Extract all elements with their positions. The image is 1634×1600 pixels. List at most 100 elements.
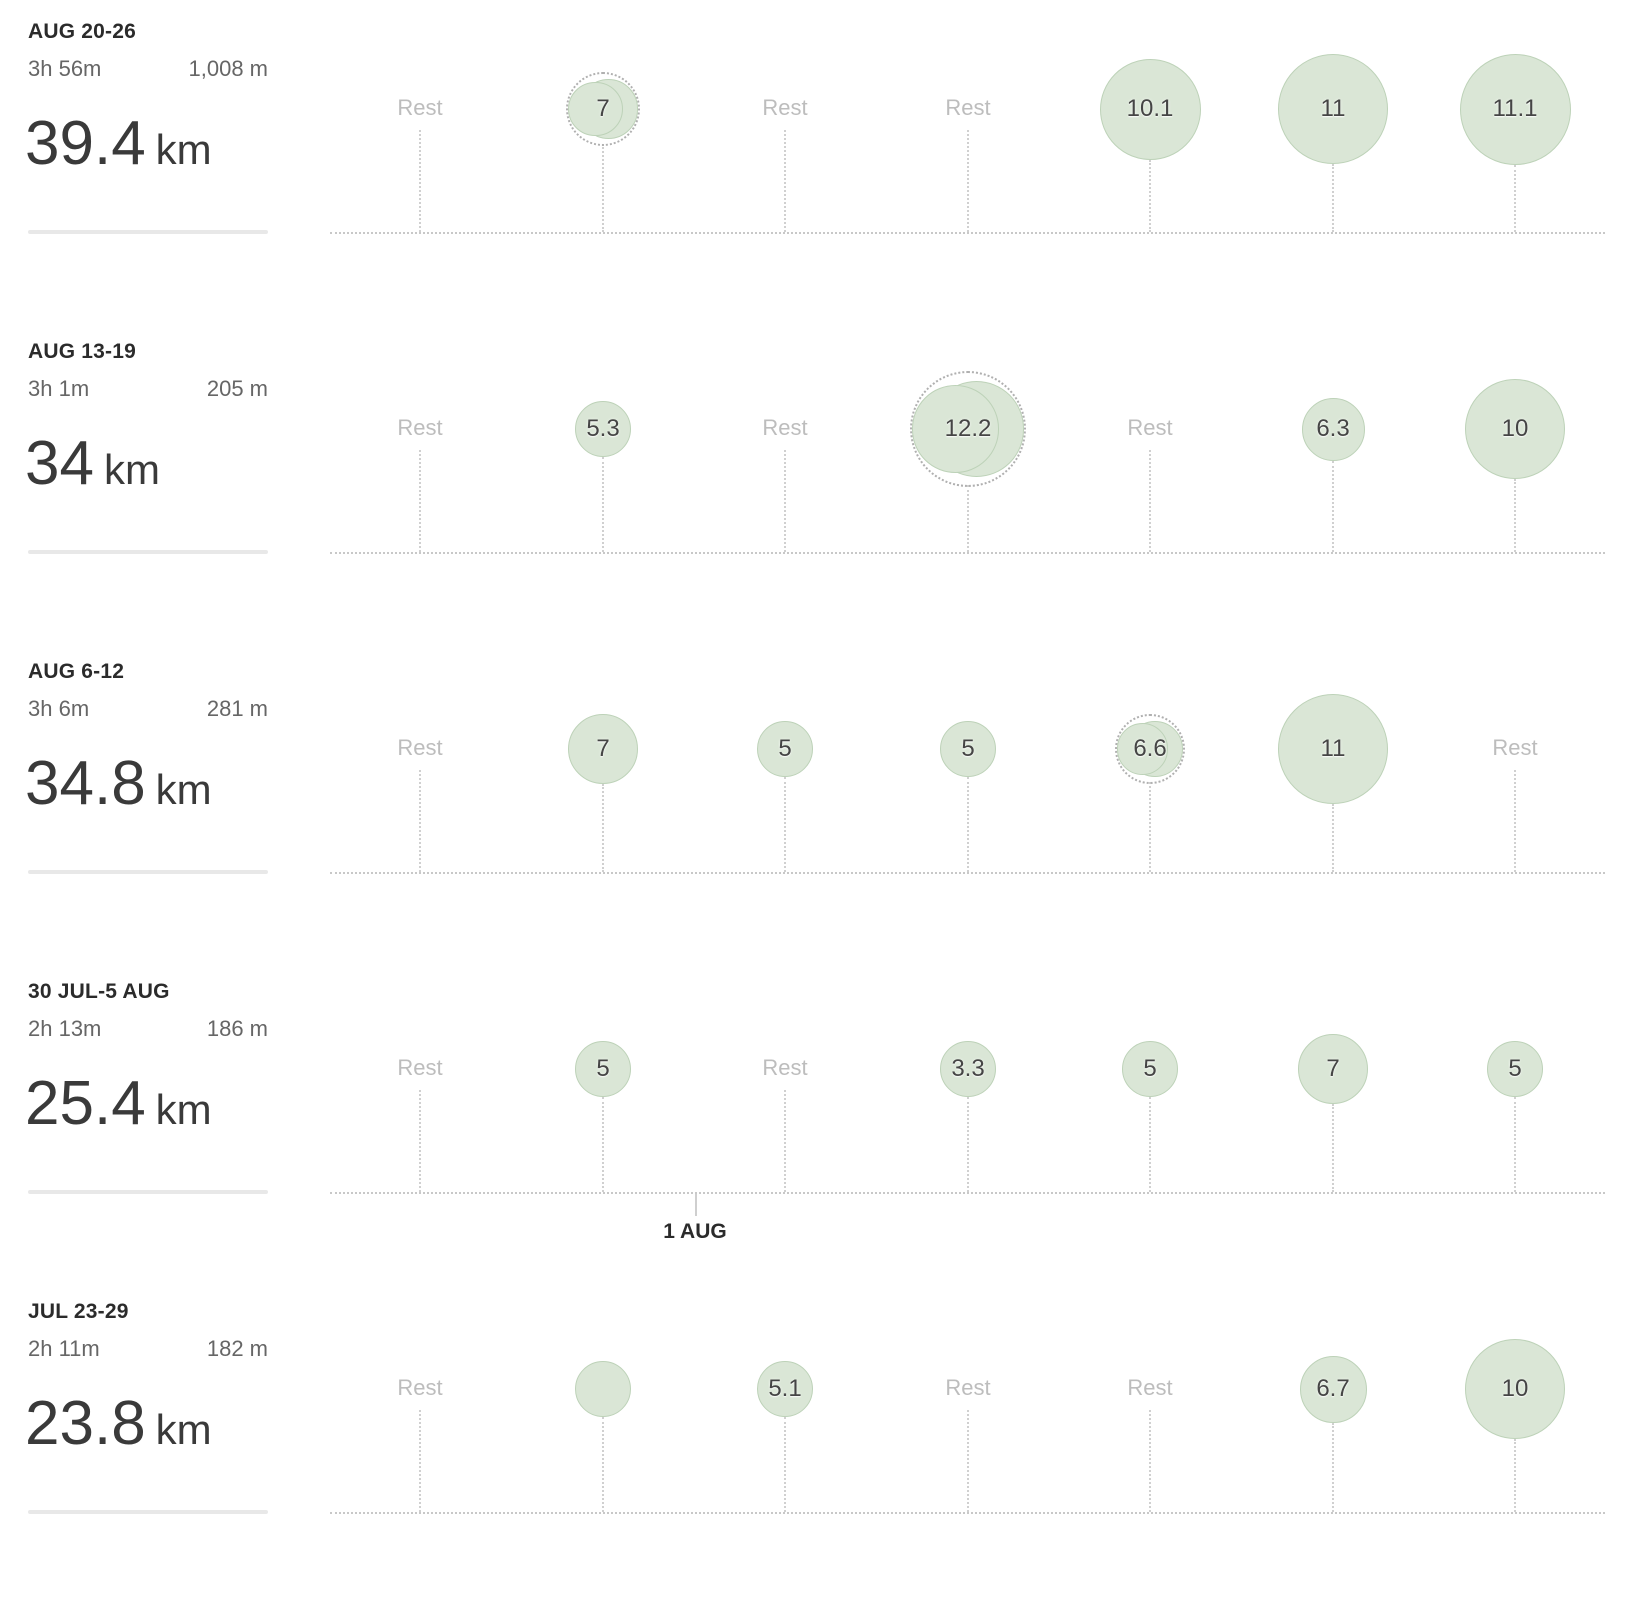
week-distance-value: 34 — [25, 429, 94, 498]
summary-divider — [28, 1510, 268, 1514]
day-distance-label: 5 — [1143, 1055, 1157, 1082]
day-stem — [967, 1410, 969, 1512]
day-stem — [419, 1410, 421, 1512]
week-distance: 25.4 km — [25, 1068, 212, 1139]
week-row[interactable]: AUG 6-12 3h 6m 281 m 34.8 km Rest 7 5 5 6.6 11… — [0, 640, 1634, 960]
day-stem — [1514, 479, 1516, 552]
week-title: JUL 23-29 — [28, 1300, 129, 1323]
week-elevation: 205 m — [206, 376, 268, 401]
day-stem — [967, 1097, 969, 1192]
day-distance-label: 10.1 — [1126, 95, 1174, 122]
summary-divider — [28, 870, 268, 874]
week-elevation: 186 m — [206, 1016, 268, 1041]
day-stem — [602, 1417, 604, 1512]
month-marker-label: 1 AUG — [663, 1220, 727, 1243]
day-stem — [602, 784, 604, 872]
day-distance-label: 7 — [1326, 1055, 1340, 1082]
week-row[interactable]: AUG 13-19 3h 1m 205 m 34 km Rest 5.3 Rest 12… — [0, 320, 1634, 640]
week-distance: 23.8 km — [25, 1388, 212, 1459]
week-elevation: 281 m — [206, 696, 268, 721]
summary-divider — [28, 1190, 268, 1194]
day-stem — [967, 130, 969, 232]
day-stem — [1514, 164, 1516, 232]
day-stem — [1149, 450, 1151, 552]
day-distance-label: 10 — [1501, 1375, 1529, 1402]
week-moving-time: 3h 6m — [28, 696, 90, 721]
week-moving-time: 2h 13m — [28, 1016, 102, 1041]
day-stem — [419, 770, 421, 872]
day-stem — [1149, 159, 1151, 232]
day-distance-label: 5 — [596, 1055, 610, 1082]
day-stem — [602, 1097, 604, 1192]
week-distance-value: 39.4 — [25, 109, 146, 178]
day-stem — [967, 777, 969, 872]
day-stem — [1332, 460, 1334, 552]
day-distance-label: 5.1 — [768, 1375, 802, 1402]
training-log-page: { "weeks": [ { "title": "AUG 20-26", "ti… — [0, 0, 1634, 1530]
day-stem — [1149, 1410, 1151, 1512]
week-elevation: 1,008 m — [188, 56, 269, 81]
rest-label: Rest — [945, 1375, 991, 1400]
day-distance-label: 5 — [1508, 1055, 1522, 1082]
day-distance-label: 11 — [1320, 735, 1346, 762]
day-stem — [1514, 1097, 1516, 1192]
day-distance-label: 6.3 — [1316, 415, 1350, 442]
week-title: 30 JUL-5 AUG — [28, 980, 170, 1003]
day-stem — [419, 130, 421, 232]
activity-bubble[interactable] — [575, 1361, 631, 1417]
week-distance: 34 km — [25, 428, 160, 499]
day-distance-label: 5 — [778, 735, 792, 762]
day-stem — [1514, 770, 1516, 872]
day-distance-label: 11.1 — [1492, 95, 1538, 122]
summary-divider — [28, 230, 268, 234]
week-moving-time: 3h 56m — [28, 56, 102, 81]
week-distance-unit: km — [155, 126, 212, 173]
week-distance-value: 25.4 — [25, 1069, 146, 1138]
week-distance-unit: km — [155, 1406, 212, 1453]
day-distance-label: 5.3 — [586, 415, 620, 442]
rest-label: Rest — [762, 95, 808, 120]
week-distance-unit: km — [155, 1086, 212, 1133]
week-moving-time: 2h 11m — [28, 1336, 100, 1361]
week-row[interactable]: 30 JUL-5 AUG 2h 13m 186 m 25.4 km Rest 5 Re… — [0, 960, 1634, 1280]
day-stem — [602, 457, 604, 552]
rest-label: Rest — [945, 95, 991, 120]
day-stem — [1332, 164, 1334, 232]
day-stem — [419, 1090, 421, 1192]
day-distance-label: 5 — [961, 735, 975, 762]
week-title: AUG 20-26 — [28, 20, 137, 43]
rest-label: Rest — [397, 1055, 443, 1080]
week-baseline — [330, 1192, 1605, 1194]
day-distance-label: 6.6 — [1133, 735, 1167, 762]
week-title: AUG 6-12 — [28, 660, 125, 683]
day-stem — [784, 130, 786, 232]
day-stem — [1149, 1097, 1151, 1192]
week-baseline — [330, 872, 1605, 874]
week-distance-unit: km — [155, 766, 212, 813]
rest-label: Rest — [1492, 735, 1538, 760]
week-row[interactable]: AUG 20-26 3h 56m 1,008 m 39.4 km Rest 7 Res… — [0, 0, 1634, 320]
rest-label: Rest — [397, 1375, 443, 1400]
week-distance: 39.4 km — [25, 108, 212, 179]
day-distance-label: 10 — [1501, 415, 1529, 442]
week-baseline — [330, 1512, 1605, 1514]
week-elevation: 182 m — [206, 1336, 268, 1361]
week-title: AUG 13-19 — [28, 340, 137, 363]
rest-label: Rest — [762, 415, 808, 440]
week-distance-value: 23.8 — [25, 1389, 146, 1458]
week-row[interactable]: JUL 23-29 2h 11m 182 m 23.8 km Rest 5.1 Res… — [0, 1280, 1634, 1600]
rest-label: Rest — [1127, 415, 1173, 440]
day-stem — [784, 1417, 786, 1512]
day-distance-label: 6.7 — [1316, 1375, 1350, 1402]
day-stem — [1514, 1439, 1516, 1512]
day-stem — [1332, 1104, 1334, 1192]
day-stem — [1149, 782, 1151, 872]
day-distance-label: 3.3 — [951, 1055, 985, 1082]
day-stem — [784, 1090, 786, 1192]
rest-label: Rest — [762, 1055, 808, 1080]
day-stem — [419, 450, 421, 552]
week-distance-value: 34.8 — [25, 749, 146, 818]
rest-label: Rest — [397, 415, 443, 440]
week-moving-time: 3h 1m — [28, 376, 90, 401]
day-distance-label: 7 — [596, 95, 610, 122]
